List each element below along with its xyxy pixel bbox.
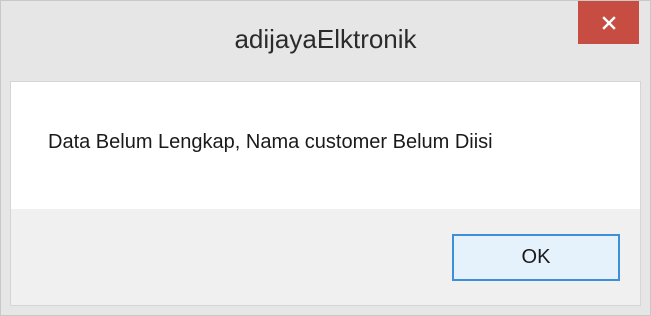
close-button[interactable] xyxy=(578,1,639,44)
close-icon xyxy=(601,15,616,30)
message-panel: Data Belum Lengkap, Nama customer Belum … xyxy=(11,82,640,209)
dialog-message: Data Belum Lengkap, Nama customer Belum … xyxy=(48,131,493,153)
message-box-window: adijayaElktronik Data Belum Lengkap, Nam… xyxy=(0,0,651,316)
title-bar[interactable]: adijayaElktronik xyxy=(1,1,650,81)
dialog-client-area: Data Belum Lengkap, Nama customer Belum … xyxy=(10,81,641,306)
window-title: adijayaElktronik xyxy=(234,24,417,54)
ok-button[interactable]: OK xyxy=(452,234,620,281)
